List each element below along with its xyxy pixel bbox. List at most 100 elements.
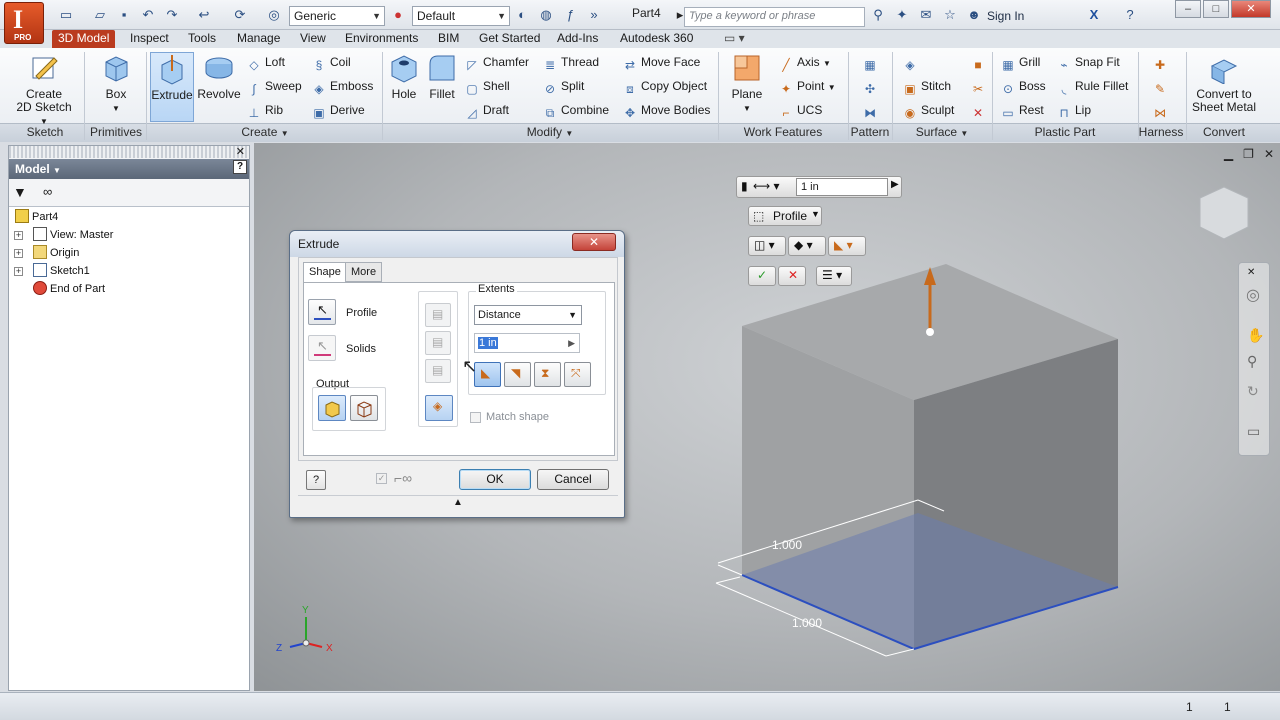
- zoom-icon[interactable]: ⚲: [1247, 353, 1257, 370]
- mini-options-button[interactable]: ☰ ▾: [816, 266, 852, 286]
- tree-node-end-of-part[interactable]: End of Part: [33, 280, 105, 298]
- open-icon[interactable]: ▱: [92, 7, 108, 23]
- function-icon[interactable]: ƒ: [562, 7, 578, 23]
- rectangular-pattern-button[interactable]: ▦: [862, 53, 881, 72]
- mini-toolbar-expand-icon[interactable]: ▶: [891, 179, 899, 190]
- orbit-icon[interactable]: ↻: [1247, 383, 1259, 400]
- asymmetric-button[interactable]: ⤧: [564, 362, 591, 387]
- undo-icon[interactable]: ↶: [140, 7, 156, 23]
- circular-pattern-button[interactable]: ✣: [862, 77, 881, 96]
- delete-face-button[interactable]: ✕: [970, 101, 989, 120]
- mini-ok-button[interactable]: ✓: [748, 266, 776, 286]
- inspect-icon[interactable]: ◍: [538, 7, 554, 23]
- thicken-button[interactable]: ◈: [902, 53, 921, 72]
- distance-input[interactable]: 1 in ▶: [474, 333, 580, 353]
- grill-button[interactable]: ▦ Grill: [1000, 53, 1040, 72]
- panel-label-create[interactable]: Create ▼: [150, 125, 380, 141]
- tree-node-part4[interactable]: Part4: [15, 208, 58, 226]
- tab-tools[interactable]: Tools: [182, 30, 222, 48]
- expand-view-icon[interactable]: +: [14, 231, 23, 240]
- move-face-button[interactable]: ⇄ Move Face: [622, 53, 700, 72]
- cancel-button[interactable]: Cancel: [537, 469, 609, 490]
- exchange-icon[interactable]: X: [1086, 7, 1102, 23]
- direction-2-button[interactable]: ◥: [504, 362, 531, 387]
- steering-wheel-icon[interactable]: ◎: [1246, 285, 1260, 305]
- preview-checkbox[interactable]: ✓: [376, 473, 387, 484]
- join-button[interactable]: ▤: [425, 303, 451, 327]
- save-icon[interactable]: ▪: [116, 7, 132, 23]
- tab-view[interactable]: View: [294, 30, 332, 48]
- copy-object-button[interactable]: ⧈ Copy Object: [622, 77, 707, 96]
- sculpt-button[interactable]: ◉ Sculpt: [902, 101, 955, 120]
- trim-button[interactable]: ✂: [970, 77, 989, 96]
- material-combo[interactable]: Default ▼: [412, 6, 510, 26]
- axis-button[interactable]: ╱ Axis ▼: [778, 53, 831, 72]
- browser-close-icon[interactable]: ✕: [236, 145, 245, 158]
- extrude-button[interactable]: Extrude: [150, 52, 194, 122]
- hole-button[interactable]: Hole: [386, 52, 422, 122]
- sweep-button[interactable]: ∫ Sweep: [246, 77, 301, 96]
- tab-autodesk-360[interactable]: Autodesk 360: [614, 30, 699, 48]
- point-button[interactable]: ✦ Point ▼: [778, 77, 836, 96]
- minimize-window-button[interactable]: –: [1175, 0, 1201, 18]
- mini-cancel-button[interactable]: ✕: [778, 266, 806, 286]
- combine-button[interactable]: ⧉ Combine: [542, 101, 609, 120]
- ucs-button[interactable]: ⌐ UCS: [778, 101, 822, 120]
- tab-environments[interactable]: Environments: [339, 30, 424, 48]
- return-icon[interactable]: ↩: [196, 7, 212, 23]
- pan-icon[interactable]: ✋: [1247, 327, 1264, 344]
- search-input[interactable]: Type a keyword or phrase: [684, 7, 865, 27]
- create-2d-sketch-button[interactable]: Create 2D Sketch ▼: [12, 52, 76, 126]
- solid-output-button[interactable]: [318, 395, 346, 421]
- view-cube[interactable]: [1199, 186, 1249, 240]
- derive-button[interactable]: ▣ Derive: [311, 101, 364, 120]
- measure-icon[interactable]: ◐: [514, 7, 530, 23]
- mini-profile-button[interactable]: ⬚ Profile ▼: [748, 206, 822, 226]
- stitch-button[interactable]: ▣ Stitch: [902, 77, 951, 96]
- plane-button[interactable]: Plane ▼: [726, 52, 768, 122]
- mini-toolbar-grip-icon[interactable]: ▮: [741, 179, 748, 193]
- dialog-close-button[interactable]: ✕: [572, 233, 616, 251]
- tab-inspect[interactable]: Inspect: [124, 30, 175, 48]
- cut-button[interactable]: ▤: [425, 331, 451, 355]
- more-icon[interactable]: »: [586, 7, 602, 23]
- tab-add-ins[interactable]: Add-Ins: [551, 30, 604, 48]
- expand-sketch-icon[interactable]: +: [14, 267, 23, 276]
- sign-in-link[interactable]: Sign In: [987, 9, 1024, 23]
- profile-select-button[interactable]: ↖: [308, 299, 336, 325]
- update-icon[interactable]: ⟳: [232, 7, 248, 23]
- chamfer-button[interactable]: ◸ Chamfer: [464, 53, 529, 72]
- rule-fillet-button[interactable]: ◟ Rule Fillet: [1056, 77, 1129, 96]
- browser-header[interactable]: Model ▼ ?: [9, 159, 249, 179]
- mini-direction-button[interactable]: ◣ ▾: [828, 236, 866, 256]
- extents-type-icon[interactable]: ⟷ ▾: [753, 179, 780, 193]
- mini-output-button[interactable]: ◫ ▾: [748, 236, 786, 256]
- tab-shape[interactable]: Shape: [303, 262, 347, 283]
- harness-button-2[interactable]: ✎: [1152, 77, 1171, 96]
- tree-node-view-master[interactable]: View: Master: [33, 226, 113, 244]
- tab-more[interactable]: More: [345, 262, 383, 282]
- ribbon-options-icon[interactable]: ▭ ▾: [718, 30, 751, 48]
- dimension-value-bottom[interactable]: 1.000: [792, 616, 822, 630]
- navbar-close-icon[interactable]: ✕: [1247, 267, 1255, 278]
- user-icon[interactable]: ☻: [966, 7, 982, 23]
- redo-icon[interactable]: ↷: [164, 7, 180, 23]
- look-at-icon[interactable]: ▭: [1247, 423, 1260, 440]
- close-window-button[interactable]: ✕: [1231, 0, 1271, 18]
- extents-select[interactable]: Distance ▼: [474, 305, 582, 325]
- solids-select-button[interactable]: ↖: [308, 335, 336, 361]
- patch-button[interactable]: ■: [970, 53, 989, 72]
- color-override-icon[interactable]: ●: [390, 7, 406, 23]
- appearance-combo[interactable]: Generic ▼: [289, 6, 385, 26]
- panel-label-surface[interactable]: Surface ▼: [894, 125, 990, 141]
- ok-button[interactable]: OK: [459, 469, 531, 490]
- loft-button[interactable]: ◇ Loft: [246, 53, 285, 72]
- maximize-window-button[interactable]: □: [1203, 0, 1229, 18]
- coil-button[interactable]: § Coil: [311, 53, 351, 72]
- intersect-button[interactable]: ▤: [425, 359, 451, 383]
- boss-button[interactable]: ⊙ Boss: [1000, 77, 1046, 96]
- tab-3d-model[interactable]: 3D Model: [52, 30, 116, 48]
- communication-icon[interactable]: ✉: [918, 7, 934, 23]
- panel-label-modify[interactable]: Modify ▼: [384, 125, 716, 141]
- rest-button[interactable]: ▭ Rest: [1000, 101, 1043, 120]
